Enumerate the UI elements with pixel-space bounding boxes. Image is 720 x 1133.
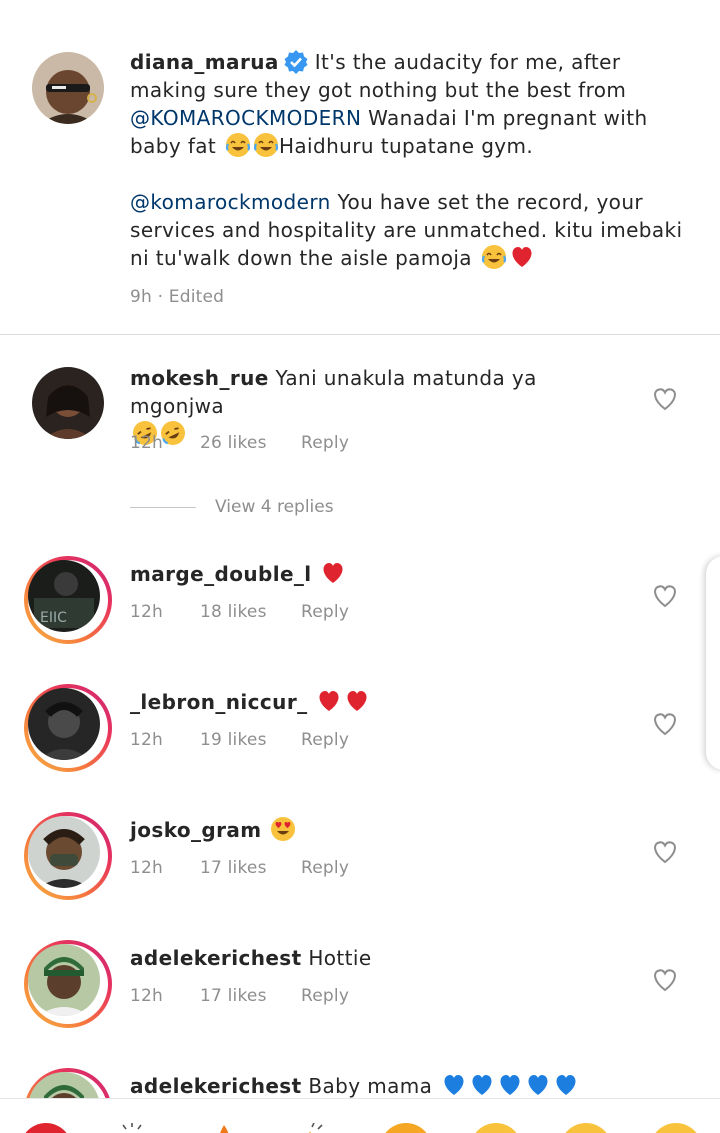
comment-body: adelekerichest Baby mama <box>130 1072 630 1100</box>
side-panel-handle[interactable] <box>706 556 720 770</box>
story-ring[interactable] <box>24 812 112 900</box>
surprised-emoji[interactable] <box>560 1123 612 1133</box>
heart-eyes-emoji[interactable] <box>470 1123 522 1133</box>
caption-body: diana_marua It's the audacity for me, aft… <box>130 48 690 272</box>
comment-time: 12h <box>130 858 164 878</box>
comment-body: adelekerichest Hottie <box>130 944 630 972</box>
laughing-emoji[interactable] <box>650 1123 702 1133</box>
caption-mention-2[interactable]: @komarockmodern <box>130 190 331 214</box>
avatar: EIIC <box>28 560 100 632</box>
comment-meta: 12h 19 likes Reply <box>130 730 349 750</box>
reply-button[interactable]: Reply <box>301 986 349 1006</box>
comment-time: 12h <box>130 602 164 622</box>
comment-body: josko_gram <box>130 816 630 844</box>
red-heart-emoji <box>344 688 370 714</box>
view-replies-label[interactable]: View 4 replies <box>215 497 334 517</box>
blue-heart-emoji <box>469 1072 495 1098</box>
laughing-emoji <box>253 132 279 158</box>
raised-hands-emoji[interactable] <box>110 1123 154 1133</box>
story-ring[interactable]: EIIC <box>24 556 112 644</box>
avatar <box>28 816 100 888</box>
comment-body: marge_double_l <box>130 560 630 588</box>
clap-emoji[interactable] <box>290 1122 334 1133</box>
blue-heart-emoji <box>525 1072 551 1098</box>
comment-time: 12h <box>130 433 164 453</box>
comment-text: Hottie <box>308 946 372 970</box>
caption-username[interactable]: diana_marua <box>130 50 279 74</box>
avatar <box>28 944 100 1016</box>
red-heart-emoji <box>509 244 535 270</box>
red-heart-emoji <box>320 560 346 586</box>
comment-likes[interactable]: 26 likes <box>200 433 301 453</box>
heart-outline-icon[interactable] <box>652 712 678 736</box>
red-heart-emoji[interactable] <box>20 1123 72 1133</box>
caption-meta: 9h · Edited <box>130 287 225 307</box>
reaction-emoji-bar <box>0 1098 720 1133</box>
reply-button[interactable]: Reply <box>301 433 349 453</box>
avatar[interactable] <box>32 52 104 124</box>
reply-button[interactable]: Reply <box>301 730 349 750</box>
heart-outline-icon[interactable] <box>652 840 678 864</box>
svg-text:EIIC: EIIC <box>40 610 67 626</box>
comment-likes[interactable]: 17 likes <box>200 858 301 878</box>
comment-username[interactable]: adelekerichest <box>130 946 302 970</box>
comment-body: _lebron_niccur_ <box>130 688 630 716</box>
comment-likes[interactable]: 18 likes <box>200 602 301 622</box>
post-caption: diana_marua It's the audacity for me, aft… <box>0 0 720 335</box>
comment-meta: 12h 18 likes Reply <box>130 602 349 622</box>
comment-username[interactable]: adelekerichest <box>130 1074 302 1098</box>
laughing-emoji <box>225 132 251 158</box>
laughing-emoji <box>481 244 507 270</box>
comment-meta: 12h 26 likes Reply <box>130 433 349 453</box>
story-ring[interactable] <box>24 684 112 772</box>
comment-username[interactable]: josko_gram <box>130 818 262 842</box>
caption-mention-1[interactable]: @KOMAROCKMODERN <box>130 106 361 130</box>
heart-outline-icon[interactable] <box>652 584 678 608</box>
comment-meta: 12h 17 likes Reply <box>130 986 349 1006</box>
heart-eyes-emoji <box>270 816 296 842</box>
fire-emoji[interactable] <box>200 1123 240 1133</box>
comment-username[interactable]: _lebron_niccur_ <box>130 690 307 714</box>
reply-button[interactable]: Reply <box>301 858 349 878</box>
crying-emoji[interactable] <box>380 1123 432 1133</box>
comment-username[interactable]: marge_double_l <box>130 562 312 586</box>
heart-outline-icon[interactable] <box>652 387 678 411</box>
blue-heart-emoji <box>553 1072 579 1098</box>
reply-button[interactable]: Reply <box>301 602 349 622</box>
comment-time: 12h <box>130 986 164 1006</box>
comment-meta: 12h 17 likes Reply <box>130 858 349 878</box>
story-ring[interactable] <box>24 940 112 1028</box>
comment-likes[interactable]: 17 likes <box>200 986 301 1006</box>
comment-username[interactable]: mokesh_rue <box>130 366 269 390</box>
blue-heart-emoji <box>497 1072 523 1098</box>
replies-divider <box>130 507 196 508</box>
red-heart-emoji <box>316 688 342 714</box>
comment-time: 12h <box>130 730 164 750</box>
avatar <box>28 688 100 760</box>
avatar[interactable] <box>32 367 104 439</box>
heart-outline-icon[interactable] <box>652 968 678 992</box>
comment-text: Baby mama <box>308 1074 433 1098</box>
caption-text-3: Haidhuru tupatane gym. <box>278 134 534 158</box>
blue-heart-emoji <box>441 1072 467 1098</box>
comment-likes[interactable]: 19 likes <box>200 730 301 750</box>
verified-badge-icon <box>283 49 309 75</box>
